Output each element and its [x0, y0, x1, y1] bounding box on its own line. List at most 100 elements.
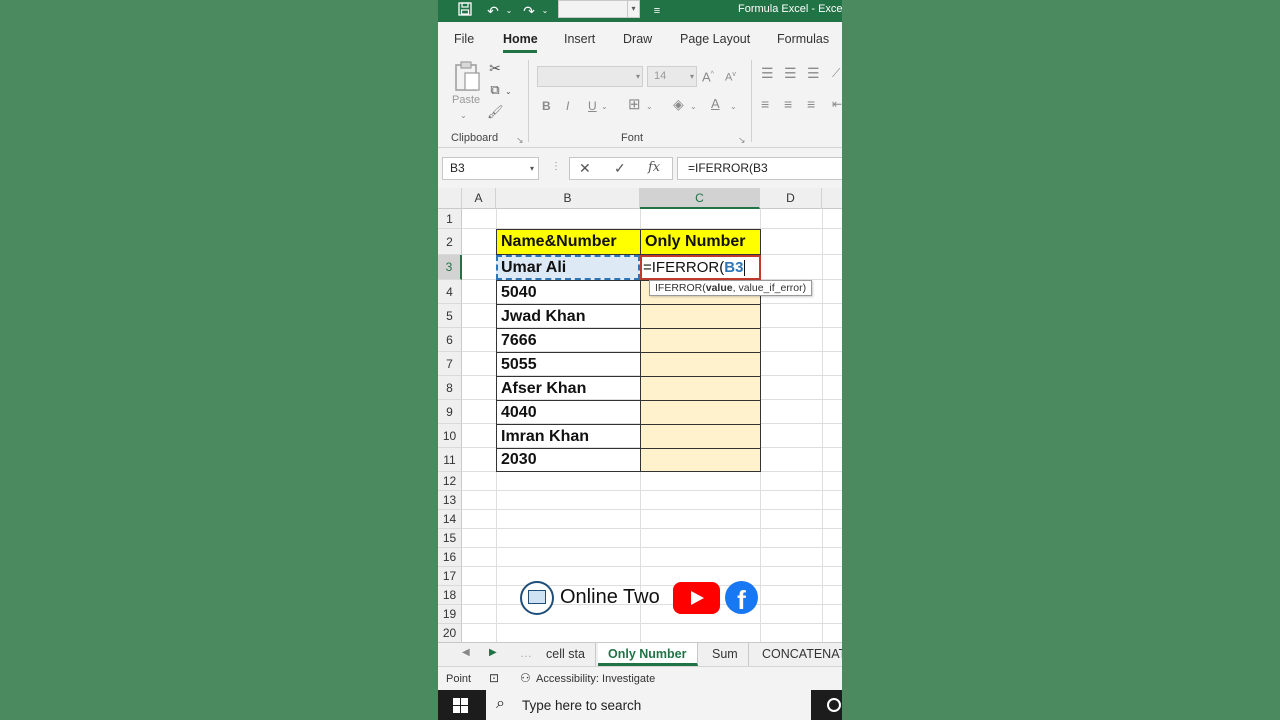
- borders-icon[interactable]: ⊞: [628, 97, 641, 113]
- decrease-font-icon[interactable]: Av: [725, 67, 736, 86]
- row-header-16[interactable]: 16: [438, 548, 462, 567]
- function-tooltip[interactable]: IFERROR(value, value_if_error): [649, 280, 813, 296]
- paste-dropdown-icon[interactable]: ⌄: [460, 108, 467, 124]
- borders-dropdown-icon[interactable]: ⌄: [646, 99, 653, 115]
- name-box[interactable]: B3 ▾: [442, 157, 539, 180]
- copy-dropdown-icon[interactable]: ⌄: [505, 84, 512, 100]
- sheet-tab-cell-sta[interactable]: cell sta: [536, 643, 596, 666]
- tab-file[interactable]: File: [454, 32, 474, 46]
- tab-page-layout[interactable]: Page Layout: [680, 32, 750, 46]
- align-left-icon[interactable]: ≡: [761, 96, 769, 112]
- cell-c11[interactable]: [640, 448, 761, 472]
- cortana-icon[interactable]: [827, 698, 841, 712]
- quick-access-box-arrow-icon[interactable]: ▾: [627, 1, 639, 17]
- cell-b5[interactable]: Jwad Khan: [496, 304, 641, 329]
- paste-icon[interactable]: [452, 60, 482, 92]
- cancel-icon[interactable]: ✕: [579, 160, 591, 177]
- row-header-5[interactable]: 5: [438, 304, 462, 328]
- row-header-6[interactable]: 6: [438, 328, 462, 352]
- tab-draw[interactable]: Draw: [623, 32, 652, 46]
- tab-home[interactable]: Home: [503, 32, 538, 46]
- orientation-icon[interactable]: ⟋: [832, 65, 840, 81]
- cell-b9[interactable]: 4040: [496, 400, 641, 425]
- font-name-dropdown-icon[interactable]: ▾: [636, 67, 640, 86]
- sheet-tab-concatenate[interactable]: CONCATENAT: [752, 643, 842, 666]
- accessibility-status[interactable]: Accessibility: Investigate: [536, 673, 655, 685]
- column-header-b[interactable]: B: [496, 188, 640, 209]
- font-color-icon[interactable]: A: [711, 96, 720, 112]
- cell-b11[interactable]: 2030: [496, 448, 641, 472]
- row-header-20[interactable]: 20: [438, 624, 462, 642]
- accessibility-icon[interactable]: ⚇: [520, 671, 531, 685]
- cell-b6[interactable]: 7666: [496, 328, 641, 353]
- font-name-box[interactable]: ▾: [537, 66, 643, 87]
- format-painter-icon[interactable]: 🖌: [487, 104, 504, 120]
- customize-quick-access-icon[interactable]: ≡: [648, 2, 666, 20]
- name-box-dropdown-icon[interactable]: ▾: [530, 158, 534, 179]
- row-header-9[interactable]: 9: [438, 400, 462, 424]
- select-all-corner[interactable]: [438, 188, 462, 209]
- quick-access-box[interactable]: ▾: [558, 0, 640, 18]
- row-header-12[interactable]: 12: [438, 472, 462, 491]
- tab-insert[interactable]: Insert: [564, 32, 595, 46]
- insert-function-icon[interactable]: fx: [648, 160, 660, 175]
- cell-c9[interactable]: [640, 400, 761, 425]
- row-header-15[interactable]: 15: [438, 529, 462, 548]
- sheet-tab-only-number[interactable]: Only Number: [598, 643, 698, 666]
- redo-dropdown-icon[interactable]: ⌄: [536, 2, 554, 20]
- align-bottom-icon[interactable]: ☰: [807, 65, 820, 81]
- row-header-19[interactable]: 19: [438, 605, 462, 624]
- row-header-10[interactable]: 10: [438, 424, 462, 448]
- underline-dropdown-icon[interactable]: ⌄: [601, 99, 608, 115]
- row-header-1[interactable]: 1: [438, 209, 462, 229]
- row-header-8[interactable]: 8: [438, 376, 462, 400]
- row-header-11[interactable]: 11: [438, 448, 462, 472]
- align-right-icon[interactable]: ≡: [807, 96, 815, 112]
- cell-c5[interactable]: [640, 304, 761, 329]
- row-header-13[interactable]: 13: [438, 491, 462, 510]
- column-header-d[interactable]: D: [760, 188, 822, 209]
- formula-input[interactable]: =IFERROR(B3: [677, 157, 842, 180]
- font-color-dropdown-icon[interactable]: ⌄: [730, 99, 737, 115]
- column-header-c[interactable]: C: [640, 188, 760, 209]
- cell-b10[interactable]: Imran Khan: [496, 424, 641, 449]
- row-header-3[interactable]: 3: [438, 255, 462, 280]
- cut-icon[interactable]: ✂: [487, 60, 503, 76]
- font-size-dropdown-icon[interactable]: ▾: [690, 67, 694, 86]
- increase-font-icon[interactable]: A^: [702, 67, 714, 85]
- sheet-next-icon[interactable]: ▶: [489, 647, 497, 658]
- decrease-indent-icon[interactable]: ⇤: [832, 96, 842, 112]
- cell-c7[interactable]: [640, 352, 761, 377]
- sheet-tab-sum[interactable]: Sum: [702, 643, 749, 666]
- enter-icon[interactable]: ✓: [614, 160, 626, 177]
- copy-icon[interactable]: ⧉: [487, 82, 503, 98]
- save-icon[interactable]: [456, 2, 474, 20]
- macro-record-icon[interactable]: ⊡: [489, 671, 499, 685]
- cell-c2[interactable]: Only Number: [640, 229, 761, 255]
- underline-button[interactable]: U: [588, 98, 597, 114]
- row-header-2[interactable]: 2: [438, 229, 462, 255]
- fill-color-icon[interactable]: ◈: [673, 96, 684, 112]
- align-center-icon[interactable]: ≡: [784, 96, 792, 112]
- taskbar-search-box[interactable]: ⌕ Type here to search: [486, 690, 811, 720]
- align-middle-icon[interactable]: ☰: [784, 65, 797, 81]
- italic-button[interactable]: I: [566, 98, 569, 114]
- cell-b4[interactable]: 5040: [496, 280, 641, 305]
- cell-c6[interactable]: [640, 328, 761, 353]
- cell-c3-editing[interactable]: =IFERROR(B3: [640, 255, 761, 280]
- cell-c10[interactable]: [640, 424, 761, 449]
- cell-b3[interactable]: Umar Ali: [496, 255, 640, 280]
- align-top-icon[interactable]: ☰: [761, 65, 774, 81]
- windows-start-icon[interactable]: [453, 698, 469, 714]
- cell-c8[interactable]: [640, 376, 761, 401]
- row-header-7[interactable]: 7: [438, 352, 462, 376]
- font-size-box[interactable]: 14 ▾: [647, 66, 697, 87]
- fill-color-dropdown-icon[interactable]: ⌄: [690, 99, 697, 115]
- font-launcher-icon[interactable]: ↘: [738, 132, 746, 148]
- sheet-prev-icon[interactable]: ◀: [462, 647, 470, 658]
- tab-formulas[interactable]: Formulas: [777, 32, 829, 46]
- row-header-14[interactable]: 14: [438, 510, 462, 529]
- sheet-more-icon[interactable]: …: [520, 646, 532, 660]
- bold-button[interactable]: B: [542, 98, 551, 114]
- row-header-18[interactable]: 18: [438, 586, 462, 605]
